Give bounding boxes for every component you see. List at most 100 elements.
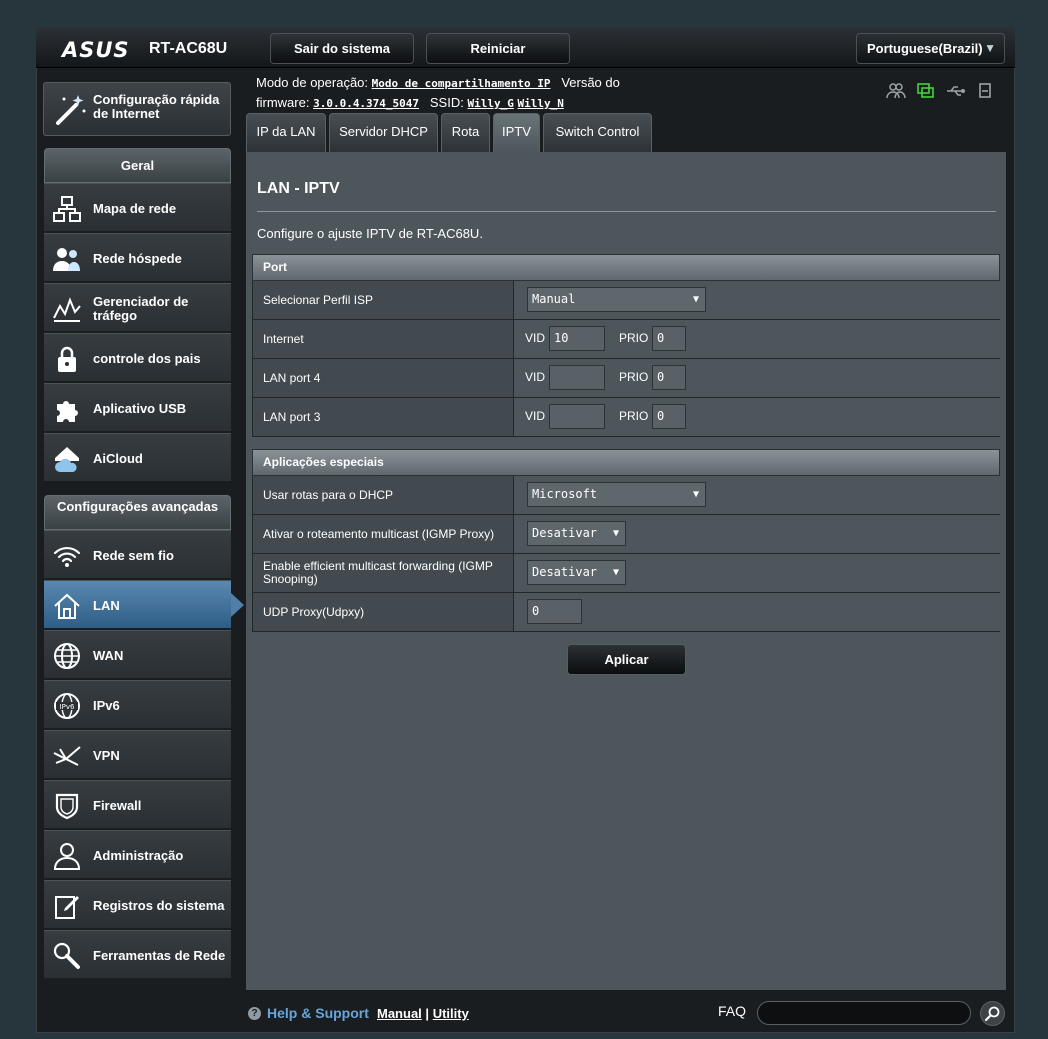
utility-link[interactable]: Utility: [433, 1006, 469, 1021]
menu-item-lan[interactable]: LAN: [44, 580, 244, 629]
firmware-version-link[interactable]: 3.0.0.4.374_5047: [313, 97, 419, 110]
port-label: LAN port 3: [253, 398, 514, 436]
manual-link[interactable]: Manual: [377, 1006, 422, 1021]
footer-links: Manual | Utility: [377, 1006, 469, 1021]
igmp-snooping-label: Enable efficient multicast forwarding (I…: [253, 554, 514, 592]
wrench-icon: [52, 941, 82, 971]
language-select[interactable]: Portuguese(Brazil) ▼: [856, 33, 1005, 64]
isp-profile-label: Selecionar Perfil ISP: [253, 281, 514, 319]
dhcp-routes-select[interactable]: Microsoft ▼: [527, 482, 706, 507]
menu-item-network-tools[interactable]: Ferramentas de Rede: [44, 930, 231, 979]
special-apps-section-header: Aplicações especiais: [252, 449, 1000, 476]
igmp-snooping-value: Desativar: [532, 565, 598, 579]
menu-label: Gerenciador de tráfego: [93, 293, 189, 323]
guest-network-icon: [52, 244, 82, 274]
igmp-proxy-select[interactable]: Desativar ▼: [527, 521, 626, 546]
operation-mode-link[interactable]: Modo de compartilhamento IP: [372, 77, 551, 90]
lan3-prio-input[interactable]: 0: [652, 404, 686, 429]
admin-user-icon: [52, 841, 82, 871]
printer-icon[interactable]: [976, 82, 996, 100]
tab-lan-ip[interactable]: IP da LAN: [246, 113, 326, 152]
help-support-link[interactable]: ? Help & Support: [248, 1005, 369, 1021]
menu-item-system-log[interactable]: Registros do sistema: [44, 880, 231, 929]
help-icon: ?: [248, 1006, 261, 1020]
lan4-vid-input[interactable]: [549, 365, 605, 390]
igmp-proxy-row: Ativar o roteamento multicast (IGMP Prox…: [252, 515, 1000, 554]
internet-vid-input[interactable]: 10: [549, 326, 605, 351]
dhcp-routes-label: Usar rotas para o DHCP: [253, 476, 514, 514]
menu-item-guest-network[interactable]: Rede hóspede: [44, 233, 231, 282]
advanced-section-title: Configurações avançadas: [44, 495, 231, 530]
tab-dhcp-server[interactable]: Servidor DHCP: [329, 113, 438, 152]
menu-item-aicloud[interactable]: AiCloud: [44, 433, 231, 482]
port-section-header: Port: [252, 254, 1000, 281]
port-fields: VID PRIO 0: [515, 398, 1000, 436]
menu-item-administration[interactable]: Administração: [44, 830, 231, 879]
page-title: LAN - IPTV: [257, 180, 340, 197]
page-description: Configure o ajuste IPTV de RT-AC68U.: [257, 226, 483, 241]
faq-search-input[interactable]: [757, 1001, 971, 1025]
menu-label: Rede sem fio: [93, 547, 174, 563]
usb-icon[interactable]: [946, 82, 966, 100]
general-section-title: Geral: [44, 148, 231, 183]
apply-button[interactable]: Aplicar: [567, 644, 686, 675]
ipv6-globe-icon: IPv6: [52, 691, 82, 721]
chevron-down-icon: ▼: [612, 567, 619, 578]
quick-internet-setup[interactable]: Configuração rápida de Internet: [43, 82, 231, 136]
menu-item-traffic-manager[interactable]: Gerenciador de tráfego: [44, 283, 231, 332]
igmp-snooping-select[interactable]: Desativar ▼: [527, 560, 626, 585]
prio-label: PRIO: [619, 331, 649, 345]
menu-label: AiCloud: [93, 450, 143, 466]
udpxy-label: UDP Proxy(Udpxy): [253, 593, 514, 631]
udpxy-field: 0: [515, 593, 1000, 631]
menu-item-parental-control[interactable]: controle dos pais: [44, 333, 231, 382]
isp-profile-select[interactable]: Manual ▼: [527, 287, 706, 312]
menu-item-network-map[interactable]: Mapa de rede: [44, 183, 231, 232]
menu-label: LAN: [93, 597, 120, 613]
tab-iptv[interactable]: IPTV: [493, 113, 540, 152]
vid-label: VID: [525, 409, 546, 423]
svg-text:IPv6: IPv6: [60, 703, 75, 711]
globe-icon: [52, 641, 82, 671]
logout-button[interactable]: Sair do sistema: [270, 33, 414, 64]
menu-item-wan[interactable]: WAN: [44, 630, 231, 679]
menu-label: Administração: [93, 847, 184, 863]
dhcp-routes-row: Usar rotas para o DHCP Microsoft ▼: [252, 476, 1000, 515]
router-model: RT-AC68U: [149, 40, 228, 57]
ssid-link-2[interactable]: Willy_N: [517, 97, 563, 110]
lan3-vid-input[interactable]: [549, 404, 605, 429]
wifi-icon: [52, 541, 82, 571]
menu-item-vpn[interactable]: VPN: [44, 730, 231, 779]
menu-label: VPN: [93, 747, 120, 763]
reboot-button[interactable]: Reiniciar: [426, 33, 570, 64]
asus-logo: ASUS: [62, 38, 130, 62]
menu-label: WAN: [93, 647, 124, 663]
status-info: Modo de operação: Modo de compartilhamen…: [256, 73, 716, 113]
magic-wand-icon: [52, 91, 88, 127]
port-label: Internet: [253, 320, 514, 358]
menu-item-firewall[interactable]: Firewall: [44, 780, 231, 829]
internet-prio-input[interactable]: 0: [652, 326, 686, 351]
port-fields: VID 10 PRIO 0: [515, 320, 1000, 358]
status-icons: [886, 82, 1001, 102]
network-icon[interactable]: [916, 82, 936, 100]
clients-icon[interactable]: [886, 82, 906, 100]
search-icon: [984, 1006, 1000, 1022]
ssid-link-1[interactable]: Willy_G: [467, 97, 513, 110]
menu-item-wireless[interactable]: Rede sem fio: [44, 530, 231, 579]
menu-label: controle dos pais: [93, 350, 201, 366]
isp-profile-value: Manual: [532, 292, 576, 306]
tab-route[interactable]: Rota: [441, 113, 490, 152]
operation-mode-label: Modo de operação:: [256, 75, 369, 90]
menu-item-usb-application[interactable]: Aplicativo USB: [44, 383, 231, 432]
tab-switch-control[interactable]: Switch Control: [543, 113, 652, 152]
menu-label: Ferramentas de Rede: [93, 947, 226, 963]
menu-item-ipv6[interactable]: IPv6 IPv6: [44, 680, 231, 729]
dhcp-routes-value: Microsoft: [532, 487, 598, 501]
faq-label: FAQ: [718, 1003, 747, 1019]
faq-search-button[interactable]: [980, 1001, 1005, 1026]
shield-icon: [52, 791, 82, 821]
igmp-snooping-field: Desativar ▼: [515, 554, 1000, 592]
lan4-prio-input[interactable]: 0: [652, 365, 686, 390]
udpxy-input[interactable]: 0: [527, 599, 582, 624]
